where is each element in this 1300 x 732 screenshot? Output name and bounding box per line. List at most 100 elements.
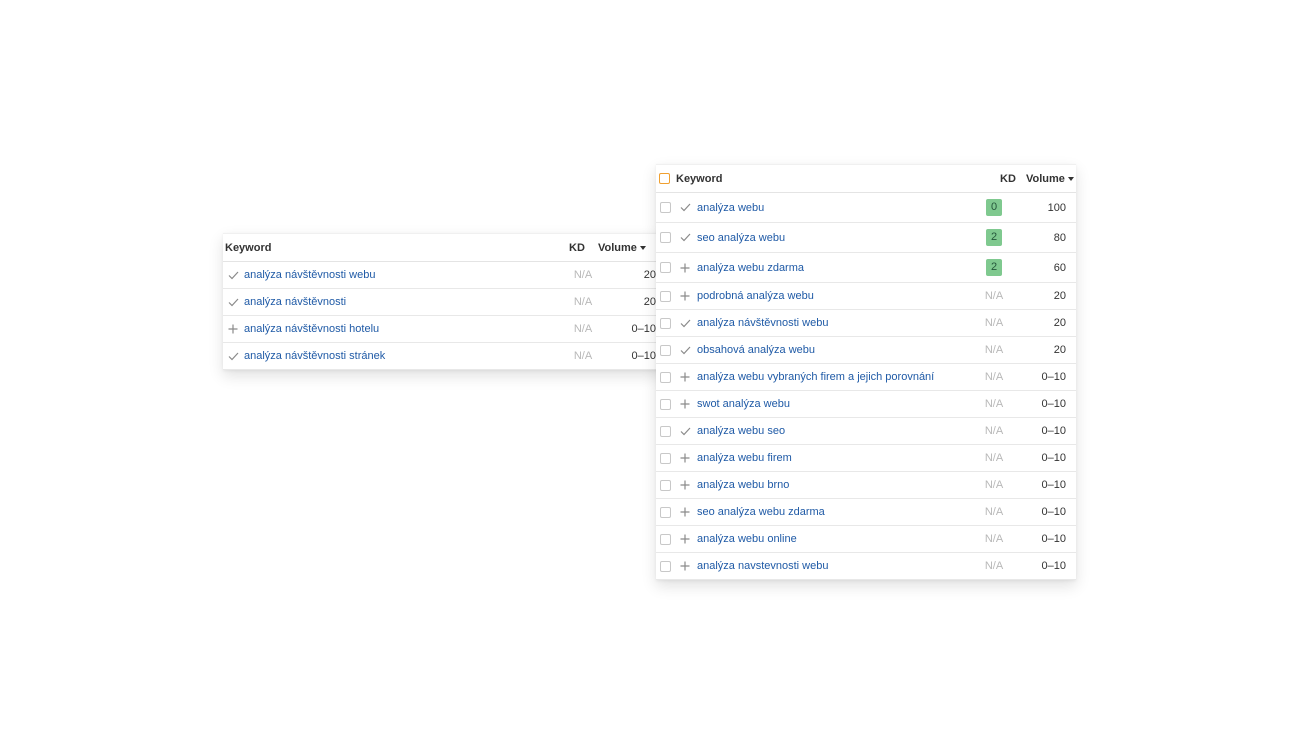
volume-value: 0–10 [1041,452,1066,464]
keyword-column-header[interactable]: Keyword [225,242,562,254]
kd-value: N/A [984,533,1004,545]
table-row[interactable]: analýza návštěvnosti webu N/A 20 [656,310,1076,337]
sort-desc-icon [639,245,646,250]
kd-cell: 0 [982,199,1006,216]
volume-value: 20 [1053,317,1066,329]
keyword-link[interactable]: analýza webu online [697,533,982,545]
kd-value: N/A [984,317,1004,329]
kd-cell: 2 [982,229,1006,246]
add-icon[interactable] [679,371,691,383]
keyword-link[interactable]: analýza webu [697,202,982,214]
table-row[interactable]: analýza návštěvnosti stránek N/A 0–10 [223,343,666,370]
row-checkbox[interactable] [660,506,671,518]
table-row[interactable]: analýza webu 0 100 [656,193,1076,223]
table-row[interactable]: seo analýza webu 2 80 [656,223,1076,253]
table-row[interactable]: podrobná analýza webu N/A 20 [656,283,1076,310]
keyword-link[interactable]: analýza návštěvnosti hotelu [244,323,568,335]
row-checkbox[interactable] [660,452,671,464]
row-checkbox[interactable] [660,290,671,302]
table-row[interactable]: analýza webu seo N/A 0–10 [656,418,1076,445]
keyword-link[interactable]: podrobná analýza webu [697,290,982,302]
keyword-link[interactable]: analýza návštěvnosti stránek [244,350,568,362]
keyword-link[interactable]: seo analýza webu zdarma [697,506,982,518]
keyword-link[interactable]: obsahová analýza webu [697,344,982,356]
check-icon[interactable] [227,269,239,281]
kd-column-header[interactable]: KD [996,173,1020,185]
kd-value: N/A [984,506,1004,518]
keyword-column-header[interactable]: Keyword [676,173,996,185]
keyword-link[interactable]: analýza webu vybraných firem a jejich po… [697,371,982,383]
kd-value: N/A [984,371,1004,383]
table-row[interactable]: seo analýza webu zdarma N/A 0–10 [656,499,1076,526]
table-row[interactable]: analýza návštěvnosti N/A 20 [223,289,666,316]
volume-column-header[interactable]: Volume [1026,173,1074,185]
keyword-link[interactable]: analýza navstevnosti webu [697,560,982,572]
volume-value: 100 [1047,201,1066,214]
add-icon[interactable] [679,479,691,491]
row-checkbox[interactable] [660,398,671,410]
keyword-link[interactable]: analýza webu firem [697,452,982,464]
row-checkbox[interactable] [660,317,671,329]
keyword-link[interactable]: swot analýza webu [697,398,982,410]
row-checkbox[interactable] [660,202,671,213]
check-icon[interactable] [227,350,239,362]
add-icon[interactable] [679,398,691,410]
row-checkbox[interactable] [660,560,671,572]
kd-value: N/A [984,398,1004,410]
row-checkbox[interactable] [660,232,671,243]
volume-value: 20 [643,296,656,308]
row-checkbox[interactable] [660,371,671,383]
keyword-link[interactable]: seo analýza webu [697,232,982,244]
volume-value: 60 [1053,261,1066,274]
keyword-link[interactable]: analýza návštěvnosti [244,296,568,308]
table-row[interactable]: analýza návštěvnosti webu N/A 20 [223,262,666,289]
kd-column-header[interactable]: KD [562,242,592,254]
row-checkbox[interactable] [660,344,671,356]
keyword-link[interactable]: analýza návštěvnosti webu [244,269,568,281]
row-checkbox[interactable] [660,533,671,545]
keyword-link[interactable]: analýza návštěvnosti webu [697,317,982,329]
check-icon[interactable] [679,202,691,214]
kd-value: N/A [984,479,1004,491]
table-row[interactable]: analýza webu zdarma 2 60 [656,253,1076,283]
table-row[interactable]: analýza návštěvnosti hotelu N/A 0–10 [223,316,666,343]
add-icon[interactable] [679,506,691,518]
table-row[interactable]: analýza webu firem N/A 0–10 [656,445,1076,472]
table-body: analýza návštěvnosti webu N/A 20 analýza ná… [223,262,666,370]
table-row[interactable]: analýza webu vybraných firem a jejich po… [656,364,1076,391]
keyword-link[interactable]: analýza webu seo [697,425,982,437]
select-all-checkbox[interactable] [659,173,670,184]
row-checkbox[interactable] [660,425,671,437]
volume-value: 20 [643,269,656,281]
kd-value: N/A [984,425,1004,437]
add-icon[interactable] [679,452,691,464]
volume-value: 0–10 [1041,560,1066,572]
table-row[interactable]: analýza webu brno N/A 0–10 [656,472,1076,499]
add-icon[interactable] [679,560,691,572]
row-checkbox[interactable] [660,479,671,491]
check-icon[interactable] [679,344,691,356]
check-icon[interactable] [679,317,691,329]
row-checkbox[interactable] [660,262,671,273]
kd-badge: 0 [985,199,1003,216]
keyword-link[interactable]: analýza webu zdarma [697,262,982,274]
add-icon[interactable] [227,323,239,335]
check-icon[interactable] [679,232,691,244]
table-row[interactable]: obsahová analýza webu N/A 20 [656,337,1076,364]
kd-cell: 2 [982,259,1006,276]
check-icon[interactable] [227,296,239,308]
add-icon[interactable] [679,262,691,274]
add-icon[interactable] [679,533,691,545]
kd-value: N/A [573,350,593,362]
check-icon[interactable] [679,425,691,437]
volume-value: 0–10 [1041,479,1066,491]
table-row[interactable]: swot analýza webu N/A 0–10 [656,391,1076,418]
keyword-link[interactable]: analýza webu brno [697,479,982,491]
kd-badge: 2 [985,229,1003,246]
add-icon[interactable] [679,290,691,302]
kd-value: N/A [573,296,593,308]
table-row[interactable]: analýza navstevnosti webu N/A 0–10 [656,553,1076,580]
table-body: analýza webu 0 100 seo analýza webu 2 80 analý… [656,193,1076,580]
table-row[interactable]: analýza webu online N/A 0–10 [656,526,1076,553]
volume-value: 0–10 [1041,506,1066,518]
